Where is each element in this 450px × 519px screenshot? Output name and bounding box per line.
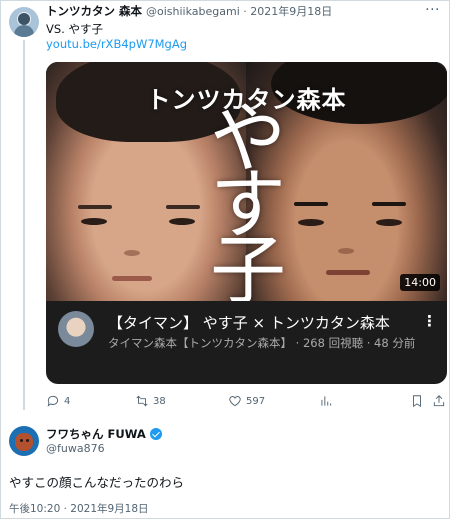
verified-badge-icon <box>149 428 162 440</box>
analytics-icon <box>321 396 332 406</box>
video-duration-badge: 14:00 <box>400 274 440 291</box>
reply-button[interactable]: 4 <box>46 392 70 410</box>
tweet-text: VS. やす子 <box>46 22 103 36</box>
author-handle[interactable]: @oishiikabegami · 2021年9月18日 <box>146 3 332 19</box>
author-name[interactable]: フワちゃん FUWA <box>46 426 146 442</box>
reply-count: 4 <box>64 395 71 407</box>
youtube-link[interactable]: youtu.be/rXB4pW7MgAg <box>46 37 187 51</box>
tweet-header: フワちゃん FUWA <box>46 426 162 442</box>
retweet-button[interactable]: 38 <box>135 392 166 410</box>
retweet-icon <box>136 395 148 407</box>
tweet-header: トンツカタン 森本 @oishiikabegami · 2021年9月18日 <box>46 3 332 19</box>
bookmark-icon <box>413 395 421 408</box>
channel-avatar[interactable] <box>58 311 94 347</box>
like-count: 597 <box>246 395 266 407</box>
views-button[interactable] <box>319 392 333 410</box>
thread-connector-line <box>23 40 25 410</box>
video-more-icon[interactable]: ⋮ <box>422 312 437 330</box>
video-thumbnail[interactable]: トンツカタン森本 やす子 14:00 <box>46 62 447 301</box>
heart-icon <box>229 396 241 407</box>
share-icon <box>433 395 445 407</box>
video-card[interactable]: トンツカタン森本 やす子 14:00 【タイマン】 やす子 × トンツカタン森本… <box>46 62 447 384</box>
author-handle[interactable]: @fuwa876 <box>46 442 105 455</box>
more-dots-icon[interactable]: ··· <box>425 2 440 18</box>
video-title[interactable]: 【タイマン】 やす子 × トンツカタン森本 <box>108 312 390 333</box>
avatar[interactable] <box>9 426 39 456</box>
share-button[interactable] <box>432 392 446 410</box>
tweet-actions: 4 38 597 <box>46 392 446 410</box>
author-name[interactable]: トンツカタン 森本 <box>46 3 142 19</box>
tweet-date: 2021年9月18日 <box>250 5 333 18</box>
tweet-timestamp[interactable]: 午後10:20 · 2021年9月18日 <box>9 501 149 516</box>
thumbnail-big-text: やす子 <box>210 94 286 302</box>
retweet-count: 38 <box>153 395 166 407</box>
reply-icon <box>47 395 59 407</box>
avatar[interactable] <box>9 7 39 37</box>
like-button[interactable]: 597 <box>228 392 265 410</box>
tweet-text: やすこの顔こんなだったのわら <box>9 475 185 490</box>
bookmark-button[interactable] <box>410 392 424 410</box>
video-meta: タイマン森本【トンツカタン森本】 · 268 回視聴 · 48 分前 <box>108 336 416 350</box>
